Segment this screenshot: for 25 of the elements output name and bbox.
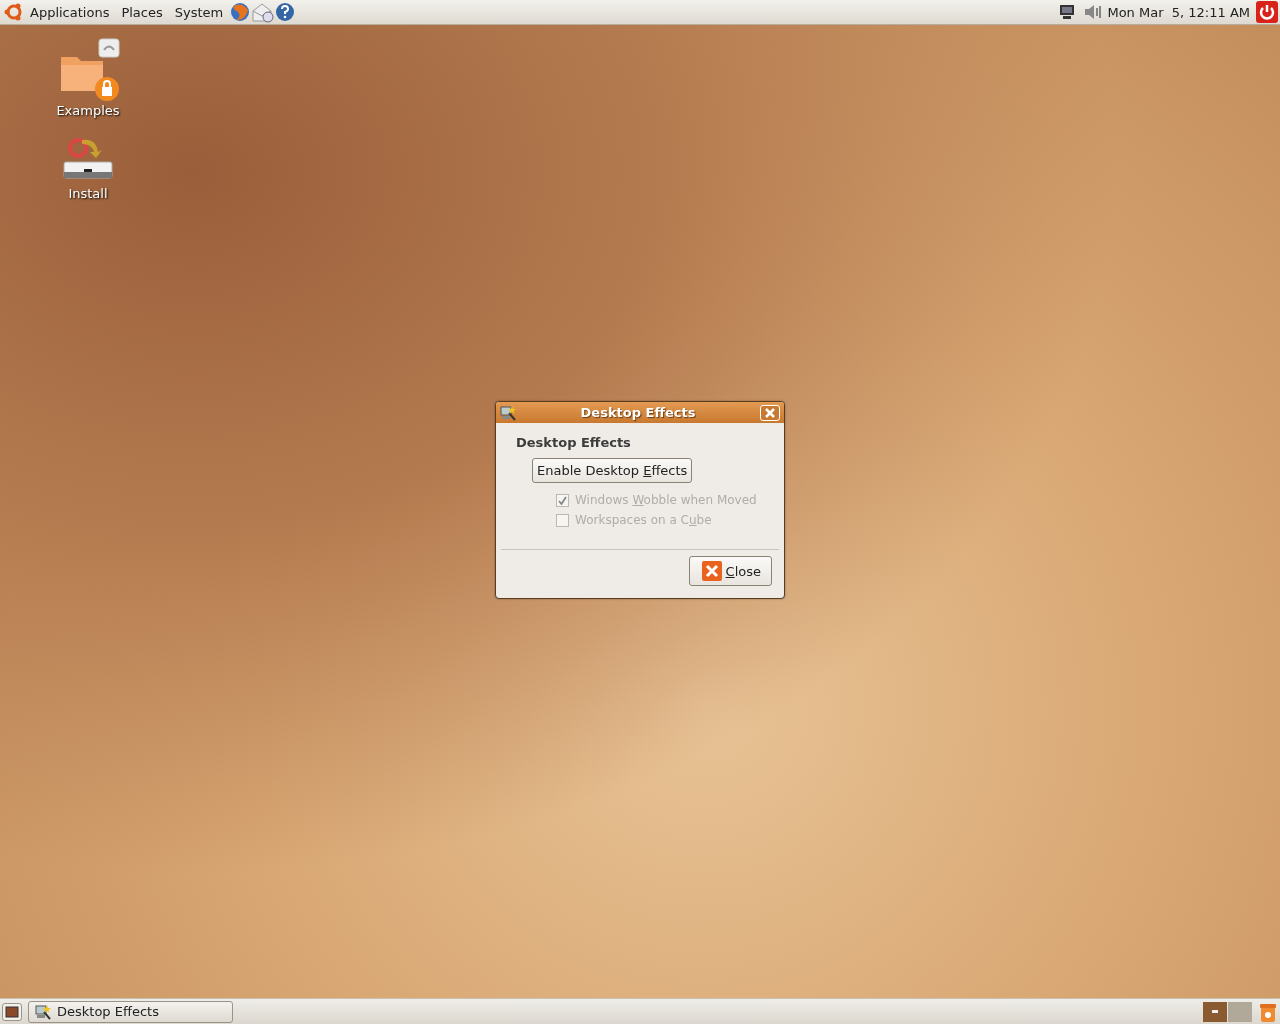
close-icon (701, 561, 722, 581)
ubuntu-logo-icon[interactable] (4, 2, 24, 22)
volume-icon[interactable] (1083, 3, 1104, 21)
desktop-icon-label[interactable]: Examples (56, 103, 120, 118)
close-dialog-button[interactable]: Close (688, 556, 772, 586)
window-title: Desktop Effects (579, 405, 697, 420)
envelope-clock-icon[interactable] (251, 1, 276, 23)
show-desktop-button[interactable] (2, 1002, 22, 1021)
desktop-icon-label[interactable]: Install (68, 186, 108, 201)
help-icon[interactable] (275, 2, 296, 22)
close-icon (765, 407, 775, 418)
panel-menu[interactable]: Places (115, 2, 169, 22)
mini-window-icon (1212, 1010, 1218, 1013)
power-icon[interactable] (1256, 1, 1278, 23)
globe-icon[interactable] (229, 1, 252, 23)
clock[interactable]: Mon Mar 5, 12:11 AM (1103, 4, 1256, 20)
workspace-button[interactable] (1203, 1001, 1227, 1022)
section-heading: Desktop Effects (516, 435, 632, 450)
panel-menu[interactable]: Applications (24, 2, 116, 22)
wand-icon (500, 404, 516, 421)
enable-effects-button[interactable]: Enable Desktop Effects (532, 458, 693, 483)
close-button[interactable] (760, 404, 780, 421)
wand-icon (35, 1003, 51, 1020)
taskbar-button[interactable]: Desktop Effects (28, 1000, 233, 1023)
panel-menu[interactable]: System (168, 2, 230, 22)
